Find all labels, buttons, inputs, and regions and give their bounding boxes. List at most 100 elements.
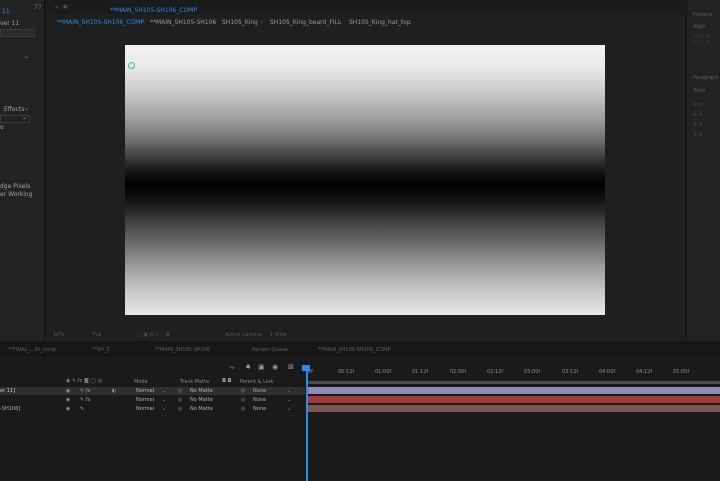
layer-matte[interactable]: No Matte xyxy=(190,405,213,413)
ruler-tick: 01:12f xyxy=(412,369,429,375)
layer-parent[interactable]: None xyxy=(253,405,266,413)
chevron-down-icon[interactable]: ⌄ xyxy=(24,53,29,60)
breadcrumb-item-hat[interactable]: SH105_King_hat_top xyxy=(349,19,411,26)
pickwhip-icon[interactable]: ◎ xyxy=(241,387,245,395)
composition-canvas[interactable] xyxy=(125,45,605,315)
ruler-tick: 03:00f xyxy=(524,369,541,375)
adjustment-icon[interactable]: ◐ xyxy=(112,387,116,395)
layer-bar[interactable] xyxy=(308,396,720,403)
layer-mode[interactable]: Normal xyxy=(136,387,154,395)
collapse-icon[interactable]: « xyxy=(55,4,59,11)
playhead[interactable] xyxy=(306,367,308,481)
layer-bar[interactable] xyxy=(308,405,720,412)
layer-matte[interactable]: No Matte xyxy=(190,396,213,404)
visibility-icon[interactable]: ◉ xyxy=(66,387,70,395)
chevron-down-icon[interactable]: ⌄ xyxy=(287,396,291,404)
viewer-tab-bar: « 77 ▣ **MAIN_SH105-SH106_COMP xyxy=(34,0,685,14)
effects-chevron-icon[interactable]: ⌄ xyxy=(24,105,29,112)
pickwhip-icon[interactable]: ◎ xyxy=(241,405,245,413)
effect-controls-panel: 11 ver 11 ⌄ Effects ⌄ ⌄ o dge Pixels er … xyxy=(0,0,45,340)
layer-name-label: ver 11 xyxy=(0,20,20,27)
switches-icons[interactable]: ◉ ✎ fx ◙ ◯ ◎ xyxy=(66,378,102,384)
visibility-icon[interactable]: ◉ xyxy=(66,405,70,413)
lock-icon[interactable]: ▣ xyxy=(63,4,68,10)
table-row[interactable]: -SH106] ◉ ✎ Normal ⌄ ◎ No Matte ◎ None ⌄ xyxy=(0,405,305,413)
viewer-control-icons[interactable]: ▢ ▣ ⊞ ⌖ ⬚ ⧉ xyxy=(137,332,170,338)
tab-final-comp[interactable]: **FINAL_...IN_comp xyxy=(8,347,56,353)
tab-main-comp[interactable]: **MAIN_SH105-SH106_COMP xyxy=(318,347,390,353)
breadcrumb-item-beard[interactable]: SH105_King_beard_FILL xyxy=(270,19,341,26)
draft-3d-icon[interactable]: ◉ xyxy=(272,363,278,371)
tab-render-queue[interactable]: Render Queue xyxy=(252,347,288,353)
working-label: er Working xyxy=(0,191,33,198)
chevron-down-icon[interactable]: ⌄ xyxy=(287,387,291,395)
matte-icons[interactable]: ◘ ◘ xyxy=(222,378,232,384)
motion-blur-icon[interactable]: ⤷ xyxy=(230,363,234,372)
parent-link-header: Parent & Link xyxy=(240,379,274,385)
chevron-down-icon[interactable]: ⌄ xyxy=(162,396,166,404)
viewer-footer: 10% Full ▢ ▣ ⊞ ⌖ ⬚ ⧉ Active Camera 1 Vie… xyxy=(45,330,685,342)
preview-label[interactable]: Preview xyxy=(693,12,712,18)
breadcrumb-item-king[interactable]: SH105_King xyxy=(222,19,258,26)
tab-number: 77 xyxy=(34,4,42,11)
layer-name[interactable]: -SH106] xyxy=(0,405,20,413)
matte-link-icon[interactable]: ◎ xyxy=(178,396,182,404)
visibility-icon[interactable]: ◉ xyxy=(66,396,70,404)
tab-main[interactable]: **MAIN_SH105-SH106 xyxy=(155,347,210,353)
ruler-tick: 02:00f xyxy=(450,369,467,375)
layer-parent[interactable]: None xyxy=(253,396,266,404)
layer-parent[interactable]: None xyxy=(253,387,266,395)
viewer-comp-tab[interactable]: **MAIN_SH105-SH106_COMP xyxy=(110,7,197,14)
tab-sh1[interactable]: **SH_1... xyxy=(92,347,114,353)
right-panel: Preview Align ▭ ▭ ▭ ▭ ▭ ▭ Paragraph Tools… xyxy=(686,0,720,340)
ruler-tick: 05:00f xyxy=(673,369,690,375)
table-row[interactable]: ◉ ✎ fx Normal ⌄ ◎ No Matte ◎ None ⌄ xyxy=(0,396,305,404)
chevron-down-icon[interactable]: ⌄ xyxy=(162,387,166,395)
layer-mode[interactable]: Normal xyxy=(136,396,154,404)
camera-select[interactable]: Active Camera xyxy=(225,332,262,338)
composition-viewer: « 77 ▣ **MAIN_SH105-SH106_COMP **MAIN_SH… xyxy=(34,0,685,342)
anchor-point-icon[interactable] xyxy=(128,62,135,69)
ruler-tick: 02:12f xyxy=(487,369,504,375)
layer-dropdown[interactable] xyxy=(0,29,35,37)
zoom-select[interactable]: 10% xyxy=(53,332,64,338)
breadcrumb-item-main[interactable]: **MAIN_SH105-SH106 xyxy=(150,19,216,26)
matte-link-icon[interactable]: ◎ xyxy=(178,387,182,395)
matte-link-icon[interactable]: ◎ xyxy=(178,405,182,413)
layer-switch-icons[interactable]: ✎ xyxy=(80,405,84,413)
layer-mode[interactable]: Normal xyxy=(136,405,154,413)
mode-header: Mode xyxy=(134,379,148,385)
ruler-tick: 03:12f xyxy=(562,369,579,375)
chevron-down-icon[interactable]: ⌄ xyxy=(162,405,166,413)
layer-name[interactable]: er 11] xyxy=(0,387,15,395)
frame-blend-icon[interactable]: ▣ xyxy=(258,363,265,371)
chevron-down-icon[interactable]: ⌄ xyxy=(22,114,27,121)
table-row[interactable]: er 11] ◉ ✎ fx ◐ Normal ⌄ ◎ No Matte ◎ No… xyxy=(0,387,305,395)
breadcrumb: **MAIN_SH105-SH106_COMP ‹ **MAIN_SH105-S… xyxy=(45,16,685,29)
layer-bar[interactable] xyxy=(308,387,720,394)
layer-matte[interactable]: No Matte xyxy=(190,387,213,395)
view-select[interactable]: 1 View xyxy=(270,332,287,338)
align-label[interactable]: Align xyxy=(693,24,706,30)
ruler-tick: 04:00f xyxy=(599,369,616,375)
align-icons[interactable]: ▭ ▭ ▭ ▭ ▭ ▭ xyxy=(693,33,719,49)
pickwhip-icon[interactable]: ◎ xyxy=(241,396,245,404)
effects-label: Effects xyxy=(4,106,25,113)
graph-editor-icon[interactable]: ⊠ xyxy=(288,363,294,371)
paragraph-controls[interactable]: ≡ ≡ ≡ ≡ ≡ ≡ ≡ ≡ xyxy=(693,100,719,160)
breadcrumb-item-main-comp[interactable]: **MAIN_SH105-SH106_COMP xyxy=(57,19,144,26)
layer-switch-icons[interactable]: ✎ fx xyxy=(80,396,91,404)
work-area-bar[interactable] xyxy=(308,381,720,384)
ruler-tick: 00:12f xyxy=(338,369,355,375)
resolution-select[interactable]: Full xyxy=(93,332,102,338)
layer-column-header: ◉ ✎ fx ◙ ◯ ◎ Mode Track Matte ◘ ◘ Parent… xyxy=(0,373,305,387)
value-marker: o xyxy=(0,124,4,131)
layer-switch-icons[interactable]: ✎ fx xyxy=(80,387,91,395)
left-panel-tab[interactable]: 11 xyxy=(2,8,10,15)
chevron-down-icon[interactable]: ⌄ xyxy=(287,405,291,413)
edge-pixels-label: dge Pixels xyxy=(0,183,31,190)
timeline-tab-bar: **FINAL_...IN_comp **SH_1... **MAIN_SH10… xyxy=(0,343,720,357)
paragraph-label[interactable]: Paragraph xyxy=(693,75,719,81)
tools-label[interactable]: Tools xyxy=(693,88,705,94)
shy-icon[interactable]: ♠ xyxy=(245,363,251,371)
